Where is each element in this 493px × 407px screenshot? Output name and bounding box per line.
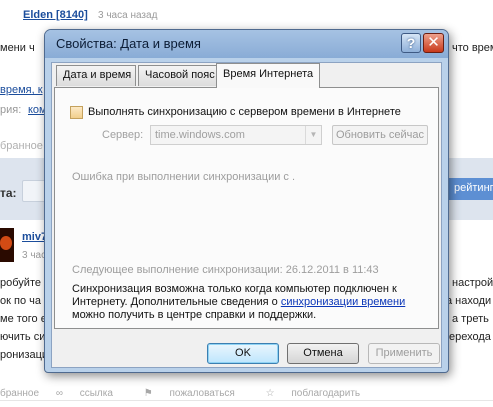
tab-date-time[interactable]: Дата и время (56, 65, 136, 86)
comment-line-right: ерехода (449, 331, 491, 343)
comment-line: ок по ча (0, 295, 41, 307)
report-action-label: пожаловаться (169, 388, 235, 399)
comment-line-right: настрой (452, 277, 493, 289)
category-label: рия: (0, 104, 22, 116)
apply-button[interactable]: Применить (368, 343, 440, 364)
server-label: Сервер: (102, 129, 144, 141)
chevron-down-icon[interactable]: ▼ (305, 126, 321, 144)
dialog-title-bar[interactable]: Свойства: Дата и время ? ✕ (45, 30, 448, 58)
comment-author-link[interactable]: Elden [8140] (23, 9, 88, 21)
sync-checkbox[interactable] (70, 106, 83, 119)
comment-line-right: а находи (446, 295, 492, 307)
dialog-title: Свойства: Дата и время (56, 36, 201, 51)
tab-label: Время Интернета (223, 68, 314, 80)
time-sync-help-link[interactable]: синхронизации времени (281, 296, 405, 308)
sync-error-text: Ошибка при выполнении синхронизации с . (72, 171, 296, 183)
date-time-properties-dialog: Свойства: Дата и время ? ✕ Дата и время … (44, 29, 449, 373)
update-now-button[interactable]: Обновить сейчас (332, 125, 428, 145)
link-icon: ∞ (55, 388, 66, 399)
comment-line: робуйте (0, 277, 41, 289)
dialog-body: Дата и время Часовой пояс Время Интернет… (51, 62, 442, 368)
rating-band-label: та: (0, 186, 17, 200)
cancel-button[interactable]: Отмена (287, 343, 359, 364)
tags-link[interactable]: время, к (0, 84, 43, 96)
star-icon: ☆ (265, 388, 278, 399)
sync-checkbox-label[interactable]: Выполнять синхронизацию с сервером време… (88, 106, 401, 118)
report-action[interactable]: ⚑ пожаловаться (144, 388, 249, 399)
link-action-label: ссылка (79, 388, 113, 399)
comment-line-right: а треть (452, 313, 489, 325)
favorite-link-faint[interactable]: бранное (0, 140, 43, 152)
info-text: Синхронизация возможна только когда комп… (72, 283, 422, 322)
comment-actions: бранное ∞ ссылка ⚑ пожаловаться ☆ поблаг… (0, 388, 388, 399)
comment-line: ючить си (0, 331, 46, 343)
info-text-after: можно получить в центре справки и поддер… (72, 309, 317, 321)
favorite-action[interactable]: бранное (0, 388, 39, 399)
thank-action[interactable]: ☆ поблагодарить (266, 388, 375, 399)
comment-text-right: что время (452, 42, 493, 54)
help-icon[interactable]: ? (401, 33, 421, 53)
comment-line: ронизаци (0, 349, 49, 361)
divider (0, 400, 493, 401)
tab-time-zone[interactable]: Часовой пояс (138, 65, 218, 86)
comment-line: ме того е (0, 313, 47, 325)
rating-button[interactable]: рейтингу (446, 178, 493, 200)
flag-icon: ⚑ (143, 388, 156, 399)
comment-text-left: мени ч (0, 42, 35, 54)
server-select[interactable]: time.windows.com ▼ (150, 125, 322, 145)
comment-time: 3 часа назад (98, 10, 158, 21)
tab-internet-time[interactable]: Время Интернета (216, 63, 320, 88)
link-action[interactable]: ∞ ссылка (56, 388, 127, 399)
tab-label: Дата и время (63, 69, 132, 81)
server-value: time.windows.com (155, 129, 245, 141)
close-icon[interactable]: ✕ (423, 33, 444, 53)
next-sync-text: Следующее выполнение синхронизации: 26.1… (72, 264, 379, 276)
thank-action-label: поблагодарить (291, 388, 361, 399)
ok-button[interactable]: OK (207, 343, 279, 364)
tab-label: Часовой пояс (145, 69, 215, 81)
avatar-image (0, 236, 12, 250)
